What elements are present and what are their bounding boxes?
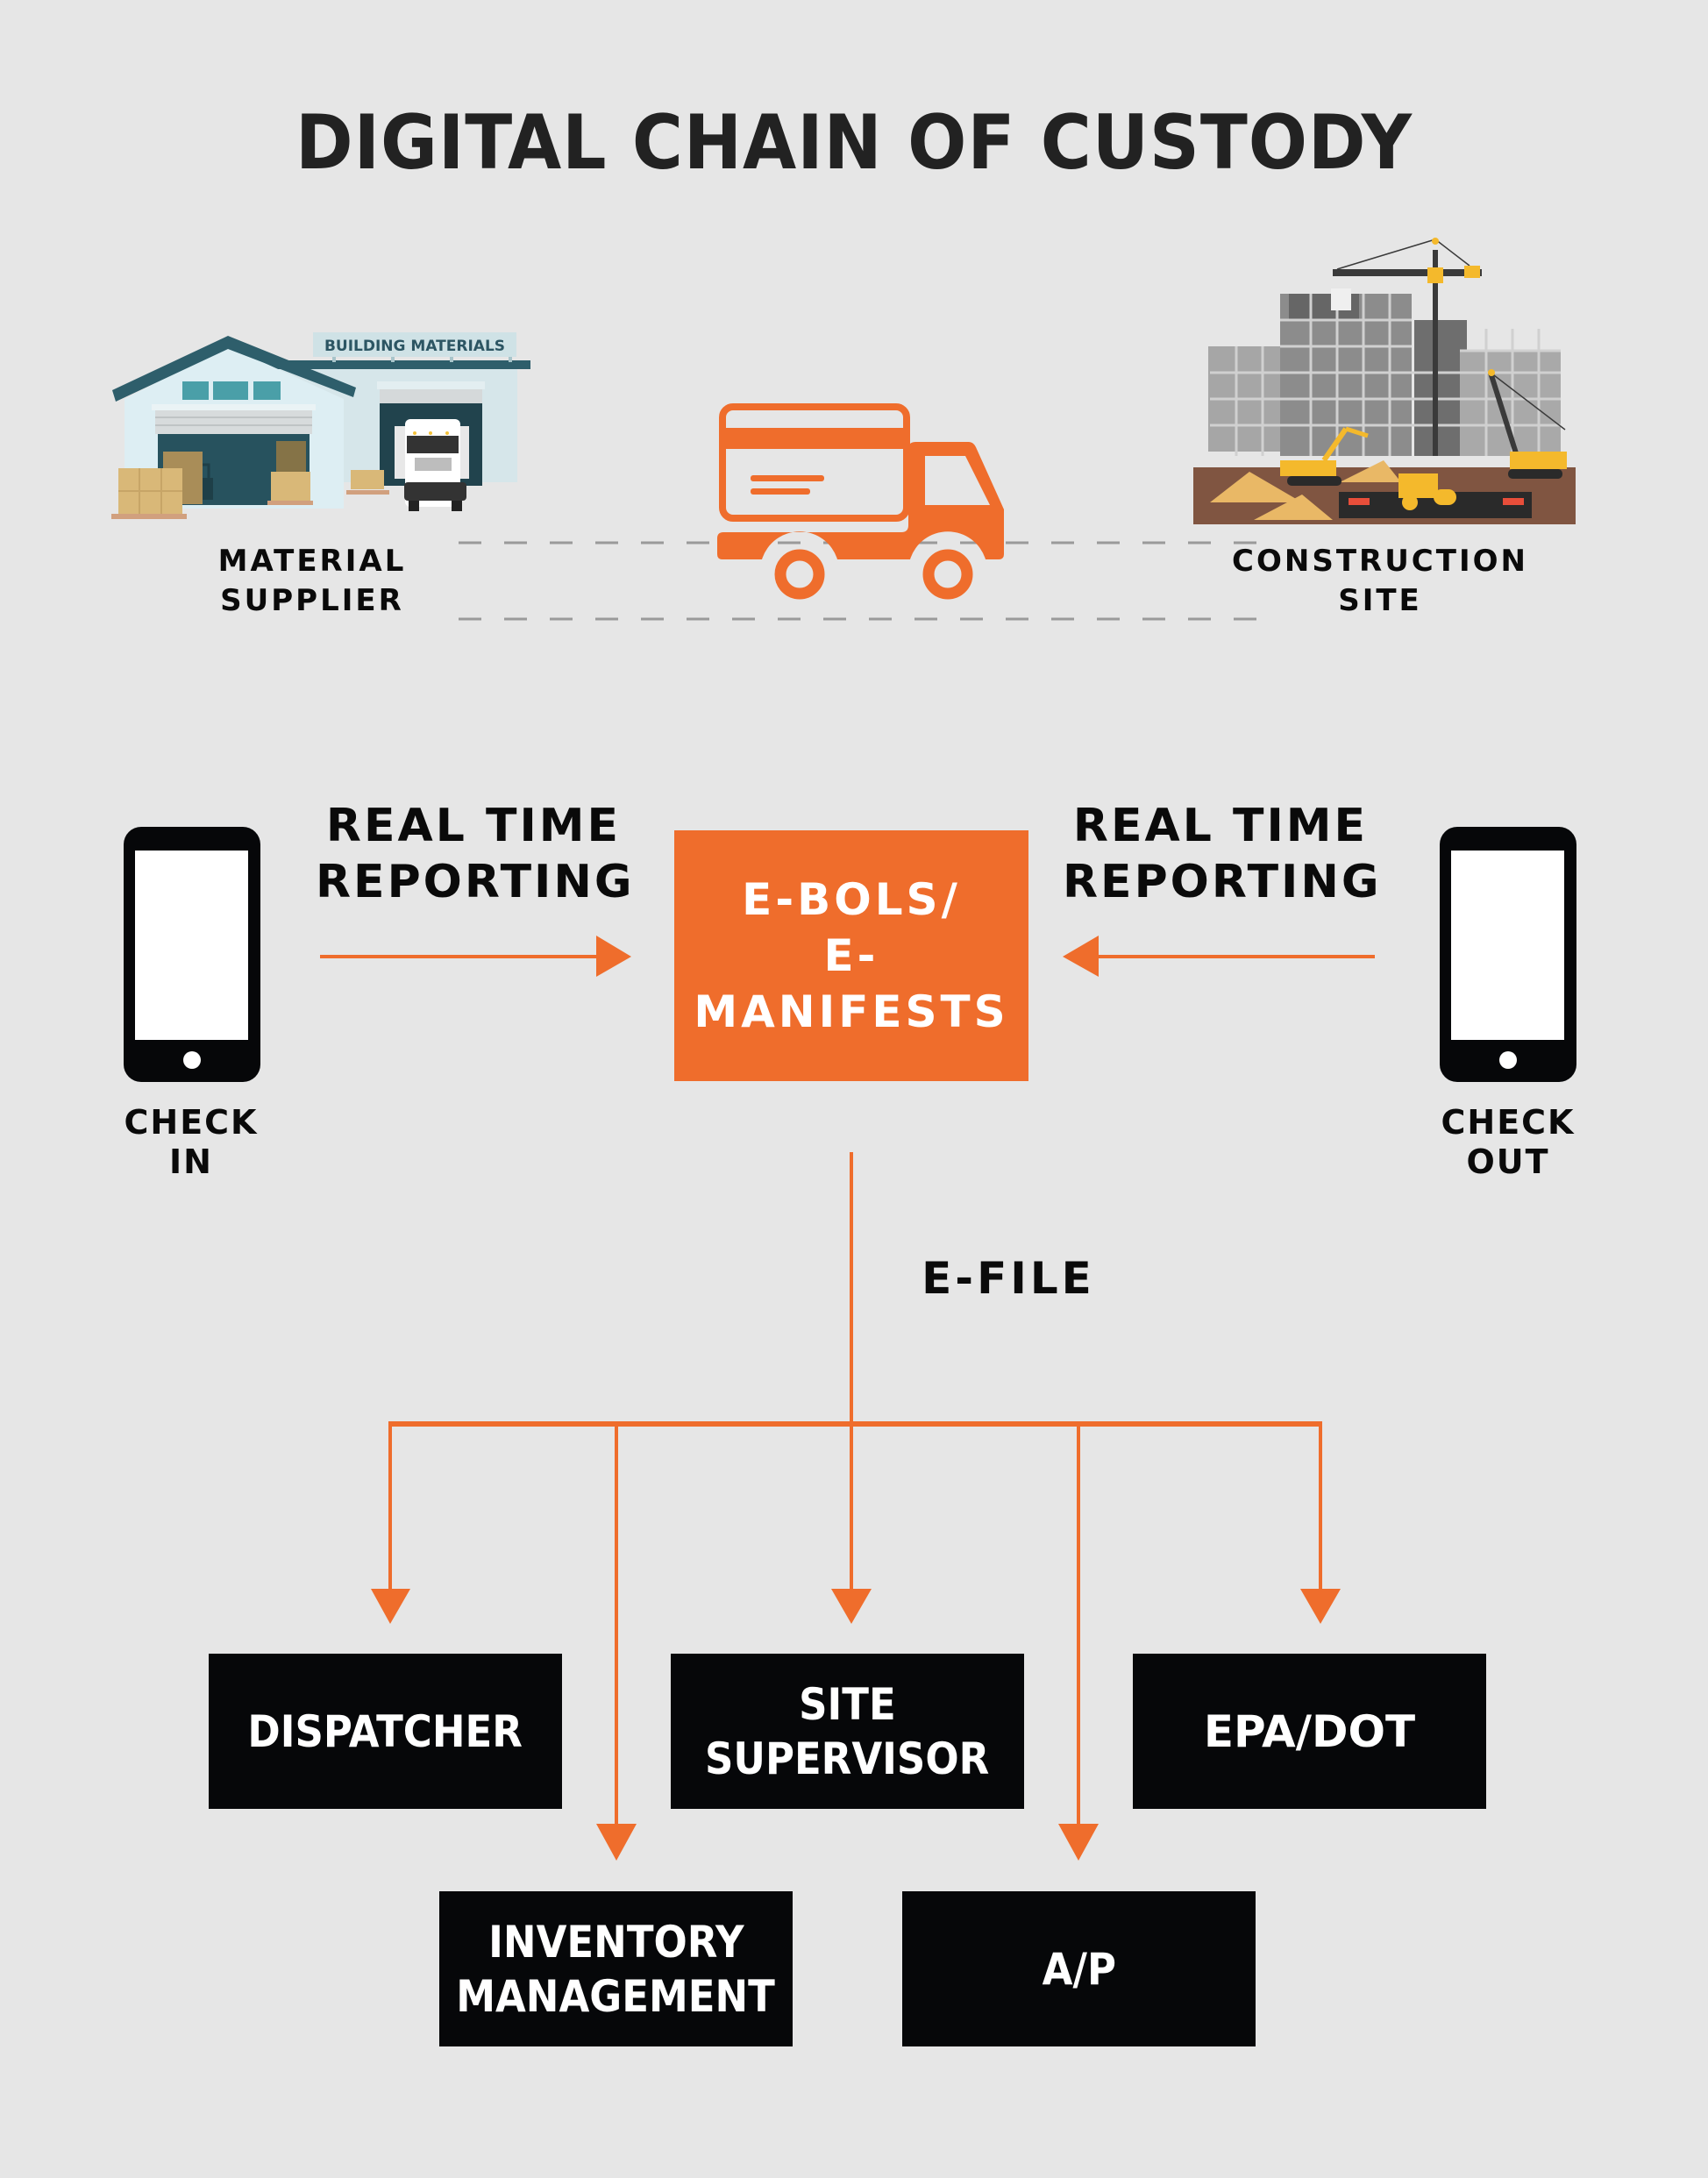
e-file-label: E-FILE: [922, 1253, 1095, 1304]
epa-dot-box: EPA/DOT: [1133, 1654, 1486, 1809]
distribution-connectors: [371, 1152, 1341, 1861]
label-line: MANAGEMENT: [456, 1970, 776, 2022]
arrow-down-icon: [371, 1589, 410, 1624]
arrow-down-icon: [596, 1824, 637, 1861]
label-line: INVENTORY: [487, 1916, 744, 1968]
label-line: A/P: [1042, 1943, 1116, 1995]
label-line: DISPATCHER: [247, 1705, 523, 1757]
label-line: EPA/DOT: [1203, 1705, 1416, 1757]
arrow-down-icon: [831, 1589, 872, 1624]
label-line: SITE: [799, 1678, 896, 1730]
site-supervisor-box: SITE SUPERVISOR: [671, 1654, 1024, 1809]
label-line: SUPERVISOR: [705, 1733, 990, 1784]
arrow-down-icon: [1300, 1589, 1341, 1624]
ap-box: A/P: [902, 1891, 1256, 2046]
dispatcher-box: DISPATCHER: [209, 1654, 562, 1809]
inventory-management-box: INVENTORY MANAGEMENT: [439, 1891, 793, 2046]
arrow-down-icon: [1058, 1824, 1099, 1861]
